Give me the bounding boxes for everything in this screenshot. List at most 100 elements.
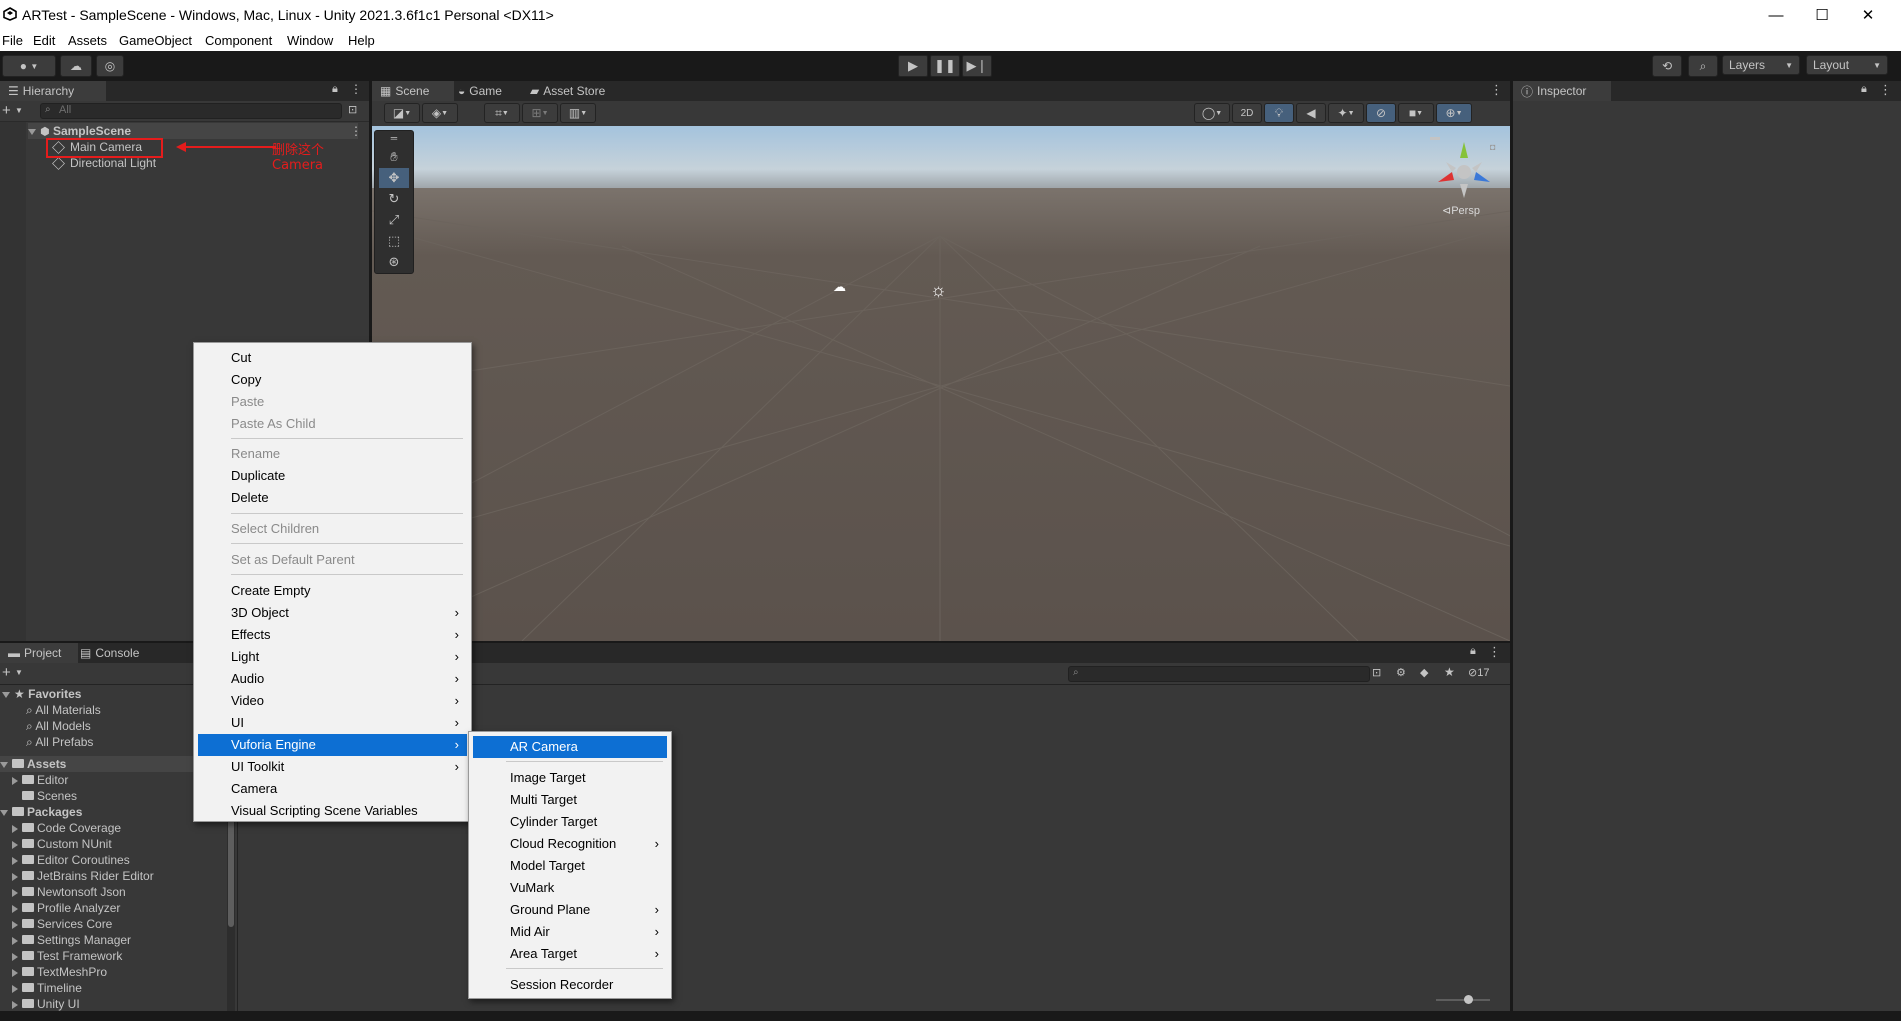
search-type-icon[interactable]: ⚙︎	[1396, 666, 1406, 679]
menu-item-mid-air[interactable]: Mid Air ›	[473, 921, 667, 943]
grid-snap-dropdown[interactable]: ⌗ ▼	[484, 103, 520, 123]
menu-item-audio[interactable]: Audio ›	[198, 668, 467, 690]
menu-item-area-target[interactable]: Area Target ›	[473, 943, 667, 965]
camera-settings-dropdown[interactable]: ■ ▼	[1398, 103, 1434, 123]
menu-item-camera[interactable]: Camera	[198, 778, 467, 800]
menu-item-session-recorder[interactable]: Session Recorder	[473, 974, 667, 996]
collab-button[interactable]: ◎	[96, 55, 124, 77]
more-options-icon[interactable]: ⋮	[1488, 644, 1501, 660]
collapse-icon[interactable]	[12, 952, 18, 961]
search-button[interactable]: ⌕	[1688, 55, 1718, 77]
tab-hierarchy[interactable]: ☰ Hierarchy	[0, 81, 106, 101]
effects-dropdown[interactable]: ✦ ▼	[1328, 103, 1364, 123]
package-timeline[interactable]: Timeline	[12, 980, 82, 996]
menu-file[interactable]: File	[2, 33, 23, 48]
draw-mode-dropdown[interactable]: ◪ ▼	[384, 103, 420, 123]
menu-gameobject[interactable]: GameObject	[119, 33, 192, 48]
lock-icon[interactable]: 🔒︎	[1861, 83, 1867, 96]
package-services-core[interactable]: Services Core	[12, 916, 112, 932]
menu-item-visual-scripting-scene-variables[interactable]: Visual Scripting Scene Variables	[198, 800, 467, 822]
menu-item-image-target[interactable]: Image Target	[473, 767, 667, 789]
collapse-icon[interactable]	[12, 936, 18, 945]
collapse-icon[interactable]	[12, 968, 18, 977]
collapse-icon[interactable]	[12, 824, 18, 833]
collapse-icon[interactable]	[12, 920, 18, 929]
expand-icon[interactable]	[2, 691, 10, 698]
package-settings-manager[interactable]: Settings Manager	[12, 932, 131, 948]
minimize-button[interactable]: —	[1753, 0, 1799, 30]
menu-item-ui[interactable]: UI ›	[198, 712, 467, 734]
rotate-tool-icon[interactable]: ↻	[379, 189, 409, 209]
hidden-packages-toggle[interactable]: ⊘17	[1468, 666, 1489, 679]
rect-tool-icon[interactable]: ⬚	[379, 231, 409, 251]
hand-tool-icon[interactable]: ✋︎	[379, 147, 409, 167]
move-tool-icon[interactable]: ✥	[379, 168, 409, 188]
package-jetbrains-rider-editor[interactable]: JetBrains Rider Editor	[12, 868, 154, 884]
more-options-icon[interactable]: ⋮	[350, 123, 362, 139]
menu-item-ui-toolkit[interactable]: UI Toolkit ›	[198, 756, 467, 778]
cloud-button[interactable]: ☁	[60, 55, 92, 77]
menu-item-create-empty[interactable]: Create Empty	[198, 580, 467, 602]
menu-item-vuforia-engine[interactable]: Vuforia Engine ›	[198, 734, 467, 756]
menu-item-model-target[interactable]: Model Target	[473, 855, 667, 877]
persp-label[interactable]: ⊲Persp	[1442, 204, 1480, 217]
tab-console[interactable]: ▤ Console	[72, 643, 147, 663]
favorites-header[interactable]: ★ Favorites	[2, 686, 81, 702]
package-test-framework[interactable]: Test Framework	[12, 948, 122, 964]
collapse-icon[interactable]	[12, 856, 18, 865]
package-newtonsoft-json[interactable]: Newtonsoft Json	[12, 884, 126, 900]
packages-header[interactable]: Packages	[0, 804, 82, 820]
collapse-icon[interactable]	[12, 984, 18, 993]
tab-project[interactable]: ▬ Project	[0, 643, 78, 663]
layout-dropdown[interactable]: Layout ▼	[1806, 55, 1888, 75]
collapse-icon[interactable]	[12, 888, 18, 897]
menu-item-duplicate[interactable]: Duplicate	[198, 465, 467, 487]
add-icon[interactable]: +	[2, 102, 11, 119]
favorite-all-models[interactable]: ⌕ All Models	[26, 718, 91, 734]
slider-handle[interactable]	[1464, 995, 1473, 1004]
scene-row[interactable]: ⬢ SampleScene ⋮	[28, 123, 362, 139]
hierarchy-search-input[interactable]: ⌕ All	[40, 103, 342, 119]
package-profile-analyzer[interactable]: Profile Analyzer	[12, 900, 120, 916]
menu-item-multi-target[interactable]: Multi Target	[473, 789, 667, 811]
menu-item-cloud-recognition[interactable]: Cloud Recognition ›	[473, 833, 667, 855]
project-search-input[interactable]: ⌕	[1068, 666, 1370, 682]
camera-gizmo-icon[interactable]: ☁	[833, 279, 846, 295]
package-textmeshpro[interactable]: TextMeshPro	[12, 964, 107, 980]
more-options-icon[interactable]: ⋮	[1490, 82, 1503, 98]
menu-item-ar-camera[interactable]: AR Camera	[473, 736, 667, 758]
package-code-coverage[interactable]: Code Coverage	[12, 820, 121, 836]
search-filter-icon[interactable]: ⊡	[1372, 666, 1381, 679]
axis-gizmo-icon[interactable]	[1434, 140, 1494, 200]
menu-assets[interactable]: Assets	[68, 33, 107, 48]
pause-button[interactable]: ❚❚	[930, 55, 960, 77]
expand-icon[interactable]	[28, 128, 36, 135]
gizmos-dropdown[interactable]: ⊕ ▼	[1436, 103, 1472, 123]
favorite-all-prefabs[interactable]: ⌕ All Prefabs	[26, 734, 93, 750]
package-unity-ui[interactable]: Unity UI	[12, 996, 80, 1011]
tab-asset-store[interactable]: ▰ Asset Store	[522, 81, 613, 101]
more-options-icon[interactable]: ⋮	[1879, 82, 1892, 98]
toolbar-handle-icon[interactable]: ═	[379, 133, 409, 143]
folder-editor[interactable]: Editor	[12, 772, 68, 788]
lock-icon[interactable]: 🔒︎	[332, 83, 338, 96]
menu-item-cut[interactable]: Cut	[198, 347, 467, 369]
lighting-toggle-button[interactable]: 💡︎	[1264, 103, 1294, 123]
scale-tool-icon[interactable]: ⤢	[379, 210, 409, 230]
collapse-icon[interactable]	[12, 872, 18, 881]
undo-history-button[interactable]: ⟲	[1652, 55, 1682, 77]
menu-component[interactable]: Component	[205, 33, 272, 48]
collapse-icon[interactable]	[12, 904, 18, 913]
add-icon[interactable]: +	[2, 664, 11, 681]
close-button[interactable]: ✕	[1845, 0, 1891, 30]
lock-icon[interactable]: 🔒︎	[1470, 645, 1476, 658]
more-options-icon[interactable]: ⋮	[350, 82, 362, 96]
collapse-icon[interactable]	[12, 1000, 18, 1009]
menu-item-copy[interactable]: Copy	[198, 369, 467, 391]
menu-window[interactable]: Window	[287, 33, 333, 48]
maximize-button[interactable]: ☐	[1799, 0, 1845, 30]
collapse-icon[interactable]	[12, 776, 18, 785]
icon-size-slider[interactable]	[1436, 999, 1490, 1001]
hidden-objects-toggle[interactable]: ⊘	[1366, 103, 1396, 123]
orientation-gizmo[interactable]: ▬ ◘ ⊲Persp	[1420, 132, 1500, 217]
